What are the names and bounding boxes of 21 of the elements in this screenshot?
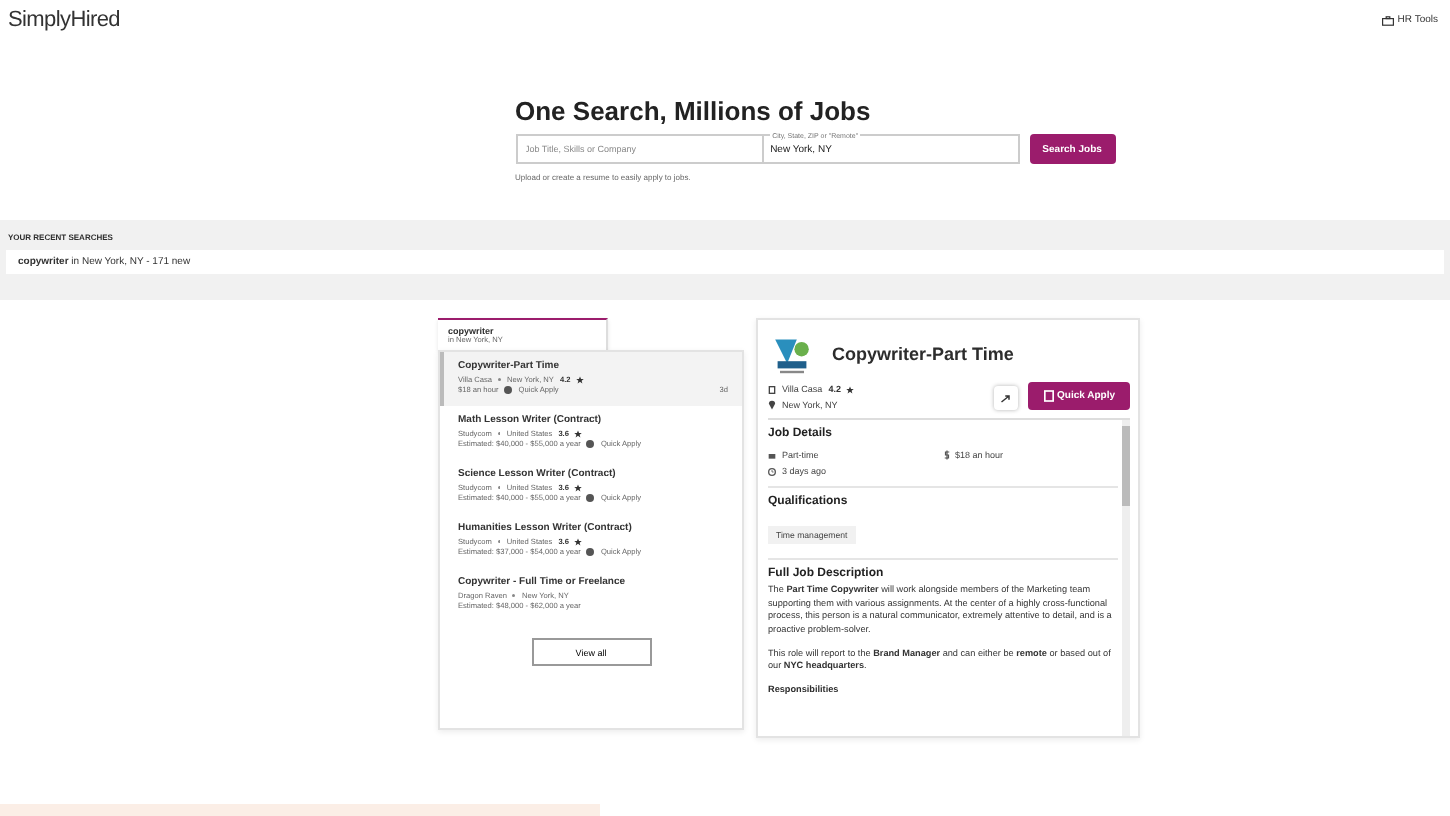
- site-logo[interactable]: SimplyHired: [8, 8, 120, 32]
- scrollbar-thumb[interactable]: [1122, 426, 1130, 506]
- star-icon: [576, 376, 585, 384]
- page-heading: One Search, Millions of Jobs: [515, 96, 873, 126]
- separator-dot-icon: [512, 594, 516, 598]
- location-pin-icon: [768, 400, 776, 410]
- star-icon: [846, 385, 855, 393]
- share-icon: [1000, 393, 1012, 403]
- scrollbar[interactable]: [1122, 420, 1130, 736]
- star-icon: [574, 484, 583, 492]
- building-icon: [768, 385, 776, 393]
- share-button[interactable]: [994, 386, 1018, 410]
- star-icon: [574, 430, 583, 438]
- star-icon: [574, 538, 583, 546]
- briefcase-icon: [1381, 15, 1394, 25]
- clock-icon: [768, 467, 776, 475]
- document-icon: [1043, 390, 1053, 402]
- dollar-icon: [943, 450, 949, 460]
- job-detail-title: Copywriter-Part Time: [832, 344, 1014, 364]
- separator-dot-icon: [498, 378, 502, 382]
- briefcase-icon: [768, 451, 776, 459]
